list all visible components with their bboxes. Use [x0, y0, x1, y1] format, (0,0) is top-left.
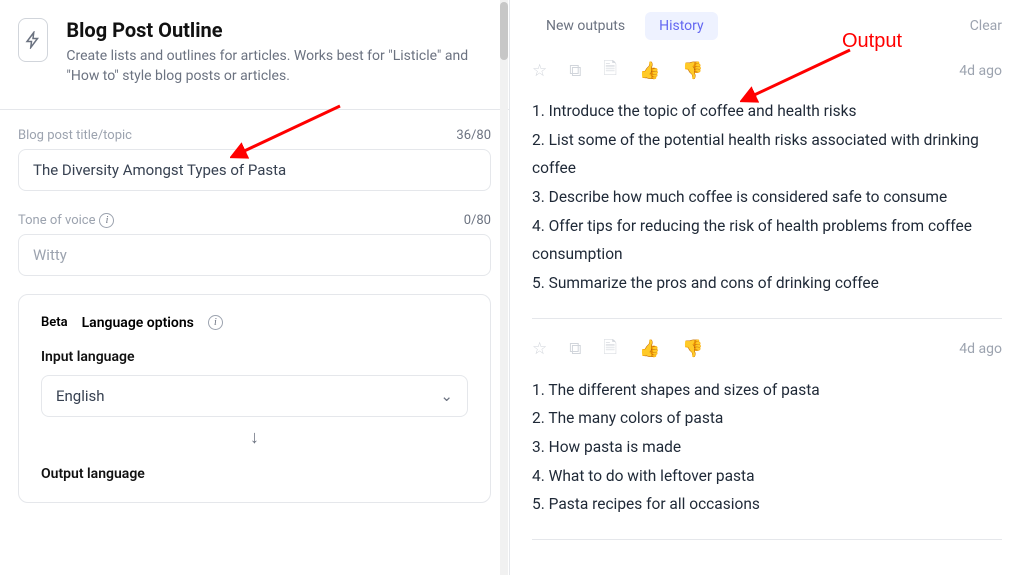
history-entry: ☆ ⧉ 🗎 👍 👎 4d ago 1. The different shapes…	[532, 319, 1002, 540]
thumbs-up-icon[interactable]: 👍	[639, 339, 660, 359]
outline-line: 3. Describe how much coffee is considere…	[532, 183, 1002, 212]
input-language-value: English	[56, 387, 105, 405]
star-icon[interactable]: ☆	[532, 61, 547, 81]
input-language-select[interactable]: English ⌄	[41, 375, 468, 417]
star-icon[interactable]: ☆	[532, 339, 547, 359]
arrow-down-icon: ↓	[41, 427, 468, 448]
tone-field-header: Tone of voice i 0/80	[18, 213, 491, 228]
copy-icon[interactable]: ⧉	[569, 339, 581, 359]
outline-line: 3. How pasta is made	[532, 433, 1002, 462]
tone-label: Tone of voice	[18, 213, 95, 228]
thumbs-down-icon[interactable]: 👎	[682, 339, 703, 359]
template-header: Blog Post Outline Create lists and outli…	[18, 18, 491, 87]
outline-line: 4. Offer tips for reducing the risk of h…	[532, 212, 1002, 269]
outline-body: 1. The different shapes and sizes of pas…	[532, 376, 1002, 519]
document-icon[interactable]: 🗎	[603, 335, 617, 364]
language-options-label: Language options	[82, 315, 194, 331]
annotation-arrow	[230, 98, 350, 168]
template-icon	[18, 18, 48, 62]
tone-count: 0/80	[464, 213, 491, 228]
outline-line: 4. What to do with leftover pasta	[532, 462, 1002, 491]
tabs: New outputs History Clear	[532, 12, 1002, 40]
entry-time: 4d ago	[959, 341, 1002, 357]
bolt-icon	[24, 31, 42, 49]
copy-icon[interactable]: ⧉	[569, 61, 581, 81]
outline-line: 5. Pasta recipes for all occasions	[532, 490, 1002, 519]
scrollbar[interactable]	[500, 0, 508, 575]
outline-line: 5. Summarize the pros and cons of drinki…	[532, 269, 1002, 298]
entry-time: 4d ago	[959, 63, 1002, 79]
chevron-down-icon: ⌄	[440, 387, 453, 405]
outline-line: 2. The many colors of pasta	[532, 404, 1002, 433]
outline-line: 1. The different shapes and sizes of pas…	[532, 376, 1002, 405]
tone-placeholder: Witty	[33, 246, 67, 264]
thumbs-up-icon[interactable]: 👍	[639, 61, 660, 81]
info-icon[interactable]: i	[208, 315, 223, 330]
template-title: Blog Post Outline	[66, 18, 491, 42]
left-panel: Blog Post Outline Create lists and outli…	[0, 0, 510, 575]
annotation-arrow	[740, 42, 860, 112]
tab-history[interactable]: History	[645, 12, 718, 40]
input-language-label: Input language	[41, 349, 468, 365]
title-count: 36/80	[456, 128, 491, 143]
language-card: Beta Language options i Input language E…	[18, 294, 491, 503]
beta-badge: Beta	[41, 315, 68, 330]
outline-body: 1. Introduce the topic of coffee and hea…	[532, 97, 1002, 298]
tone-input[interactable]: Witty	[18, 234, 491, 276]
template-subtitle: Create lists and outlines for articles. …	[66, 46, 491, 87]
output-language-label: Output language	[41, 466, 468, 482]
info-icon[interactable]: i	[99, 213, 114, 228]
title-label: Blog post title/topic	[18, 128, 132, 143]
scrollbar-thumb[interactable]	[500, 2, 508, 60]
document-icon[interactable]: 🗎	[603, 56, 617, 85]
outline-line: 2. List some of the potential health ris…	[532, 126, 1002, 183]
clear-button[interactable]: Clear	[970, 18, 1002, 34]
tab-new-outputs[interactable]: New outputs	[532, 12, 639, 40]
thumbs-down-icon[interactable]: 👎	[682, 61, 703, 81]
